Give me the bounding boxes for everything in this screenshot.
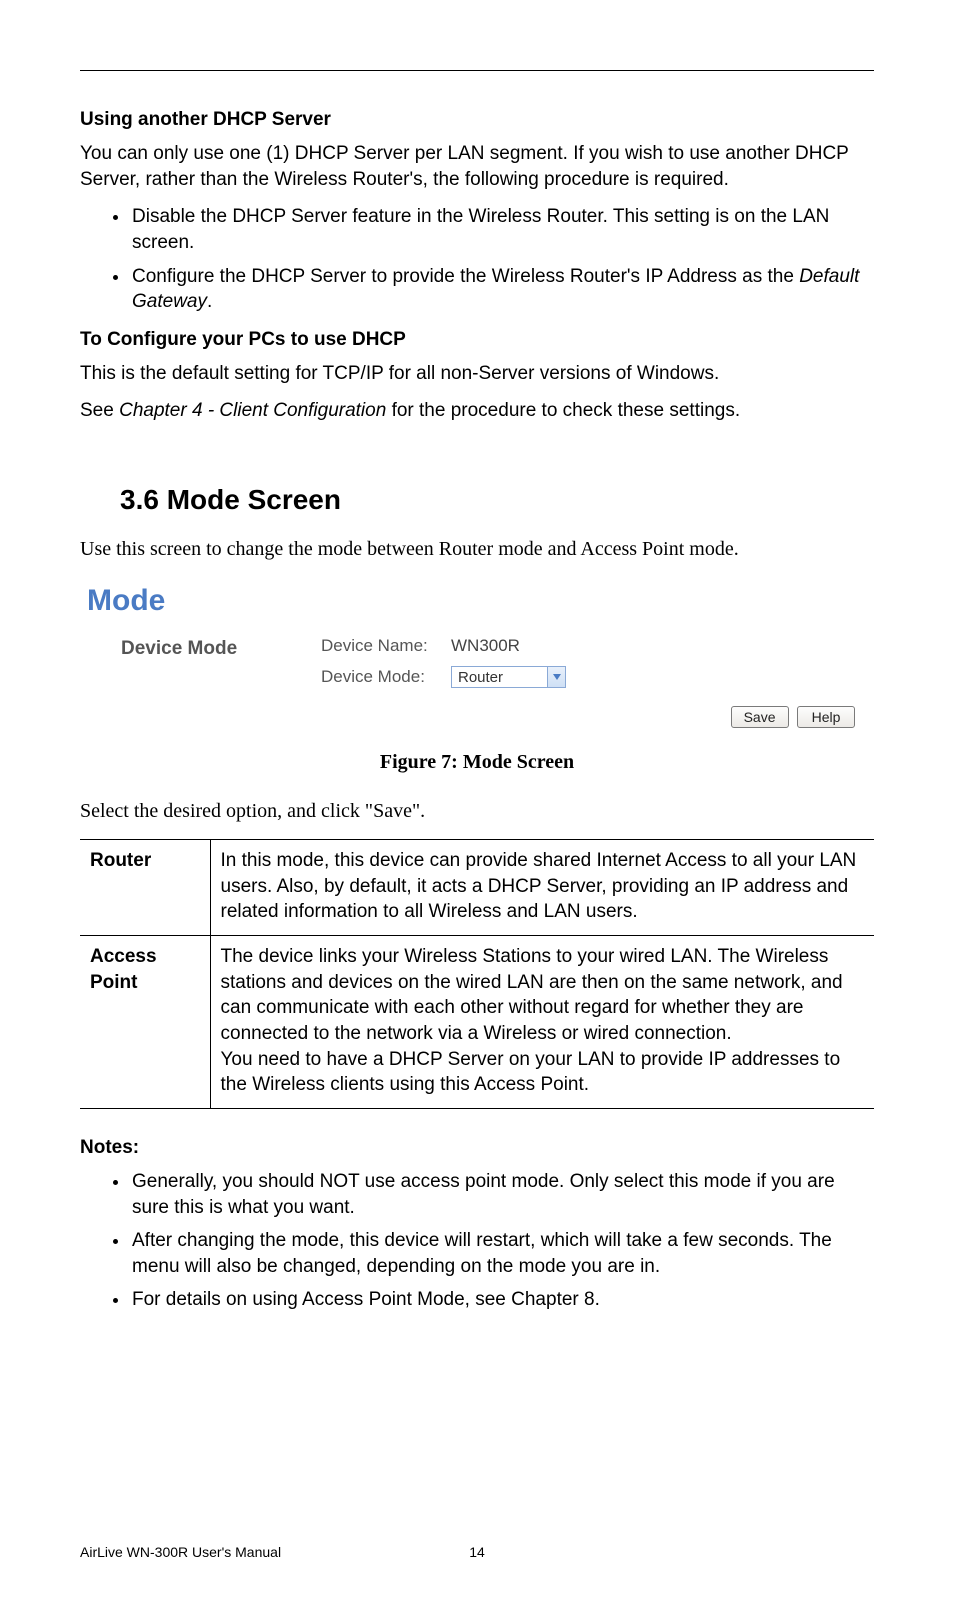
dhcp-bullet-1: Disable the DHCP Server feature in the W… [130, 204, 874, 255]
note-1: Generally, you should NOT use access poi… [130, 1169, 874, 1220]
para-dhcp-intro: You can only use one (1) DHCP Server per… [80, 141, 874, 192]
figure-caption: Figure 7: Mode Screen [80, 751, 874, 774]
para-default-setting: This is the default setting for TCP/IP f… [80, 361, 874, 387]
section-3-6-heading: 3.6 Mode Screen [120, 484, 874, 516]
section-intro: Use this screen to change the mode betwe… [80, 538, 874, 561]
top-rule [80, 70, 874, 71]
notes-heading: Notes: [80, 1137, 874, 1159]
device-name-value: WN300R [451, 636, 520, 656]
dropdown-selected: Router [452, 669, 547, 686]
table-val-ap: The device links your Wireless Stations … [210, 936, 874, 1109]
help-button[interactable]: Help [797, 706, 855, 728]
mode-panel-title: Mode [87, 584, 873, 618]
heading-configure-pcs: To Configure your PCs to use DHCP [80, 329, 874, 351]
heading-using-another-dhcp: Using another DHCP Server [80, 109, 874, 131]
device-mode-dropdown[interactable]: Router [451, 666, 566, 688]
table-val-router: In this mode, this device can provide sh… [210, 840, 874, 936]
chevron-down-icon [547, 667, 565, 687]
table-row: Router In this mode, this device can pro… [80, 840, 874, 936]
table-row: Access Point The device links your Wirel… [80, 936, 874, 1109]
dhcp-bullet-2-text: Configure the DHCP Server to provide the… [132, 266, 799, 287]
table-key-ap: Access Point [80, 936, 210, 1109]
note-2: After changing the mode, this device wil… [130, 1228, 874, 1279]
mode-row-label: Device Mode [121, 636, 321, 660]
after-figure-text: Select the desired option, and click "Sa… [80, 800, 874, 823]
page-footer: AirLive WN-300R User's Manual 14 [80, 1544, 874, 1560]
note-3: For details on using Access Point Mode, … [130, 1287, 874, 1313]
notes-list: Generally, you should NOT use access poi… [80, 1169, 874, 1313]
mode-description-table: Router In this mode, this device can pro… [80, 839, 874, 1109]
table-key-router: Router [80, 840, 210, 936]
footer-page-number: 14 [469, 1544, 485, 1560]
save-button[interactable]: Save [731, 706, 789, 728]
device-name-label: Device Name: [321, 636, 451, 656]
mode-screen-panel: Mode Device Mode Device Name: WN300R Dev… [80, 577, 874, 739]
para-see-chapter4: See Chapter 4 - Client Configuration for… [80, 398, 874, 424]
device-mode-label: Device Mode: [321, 667, 451, 687]
dhcp-bullet-2: Configure the DHCP Server to provide the… [130, 264, 874, 315]
dhcp-bullet-list: Disable the DHCP Server feature in the W… [80, 204, 874, 315]
